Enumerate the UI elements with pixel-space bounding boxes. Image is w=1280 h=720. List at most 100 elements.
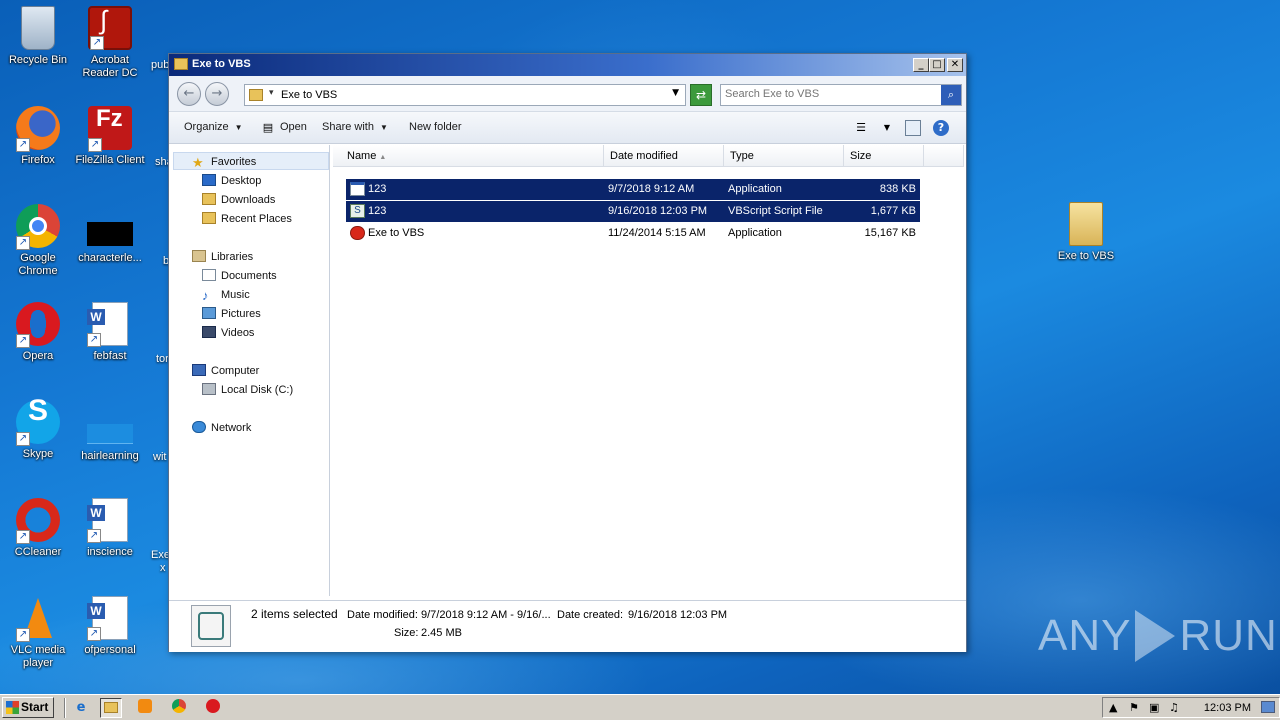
- desktop-icon-ccleaner[interactable]: ↗ CCleaner: [0, 498, 76, 559]
- computer-icon: [192, 364, 206, 376]
- date-created-label: Date created:: [557, 609, 624, 621]
- desktop-icon-vlc[interactable]: ↗ VLC media player: [0, 596, 76, 670]
- view-options-icon[interactable]: ☰: [853, 120, 869, 136]
- address-field[interactable]: ▾ Exe to VBS ▼: [244, 84, 686, 106]
- taskbar: Start e ▲ ⚑ ▣ ♫ 12:03 PM: [0, 694, 1280, 720]
- nav-item-favorites[interactable]: ★ Favorites: [192, 155, 257, 170]
- desktop-icon-label: Firefox: [21, 154, 55, 166]
- preview-pane-icon[interactable]: [905, 120, 921, 136]
- refresh-button[interactable]: ⇄: [690, 84, 712, 106]
- file-list[interactable]: Name ▲ Date modified Type Size 123 9/7/2…: [332, 145, 964, 596]
- desktop-icon-opera[interactable]: ↗ Opera: [0, 302, 76, 363]
- nav-label: Favorites: [211, 156, 257, 168]
- desktop-icon-firefox[interactable]: ↗ Firefox: [0, 106, 76, 167]
- organize-button[interactable]: Organize ▼: [184, 121, 243, 133]
- word-doc-icon: W ↗: [87, 596, 128, 641]
- command-bar: Organize ▼ ▤ Open Share with ▼ New folder …: [169, 112, 966, 144]
- file-row-123-vbs[interactable]: S 123 9/16/2018 12:03 PM VBScript Script…: [346, 201, 920, 222]
- nav-item-libraries[interactable]: Libraries: [192, 250, 253, 263]
- desktop-icon-label: febfast: [93, 350, 127, 362]
- nav-item-videos[interactable]: Videos: [202, 326, 254, 339]
- desktop-icon-inscience[interactable]: W ↗ inscience: [72, 498, 148, 559]
- desktop-icon-acrobat[interactable]: ∫ ↗ Acrobat Reader DC: [72, 6, 148, 80]
- libraries-icon: [192, 250, 206, 262]
- watermark-right-text: RUN: [1179, 611, 1278, 660]
- column-header-type[interactable]: Type: [724, 145, 844, 167]
- anyrun-watermark: ANY RUN: [1038, 610, 1278, 662]
- file-size: 838 KB: [879, 183, 916, 195]
- file-name: Exe to VBS: [368, 227, 425, 239]
- desktop-icon-hairlearning[interactable]: hairlearning: [72, 400, 148, 463]
- window-titlebar[interactable]: Exe to VBS _ □ ✕: [169, 54, 966, 76]
- sort-ascending-icon: ▲: [379, 154, 387, 161]
- start-button[interactable]: Start: [2, 697, 54, 718]
- explorer-window[interactable]: Exe to VBS _ □ ✕ ← → ▾ Exe to VBS ▼ ⇄ ⌕ …: [168, 53, 967, 652]
- nav-item-recent-places[interactable]: Recent Places: [202, 212, 292, 225]
- desktop-icon-exe-to-vbs-folder[interactable]: Exe to VBS: [1048, 202, 1124, 263]
- nav-item-desktop[interactable]: Desktop: [202, 174, 261, 187]
- desktop-icon-label: characterle...: [78, 252, 142, 264]
- nav-item-local-disk[interactable]: Local Disk (C:): [202, 383, 293, 396]
- search-input[interactable]: [725, 88, 935, 100]
- nav-item-network[interactable]: Network: [192, 421, 251, 434]
- desktop-icon-label: inscience: [87, 546, 133, 558]
- maximize-button[interactable]: □: [929, 58, 945, 72]
- volume-icon[interactable]: ♫: [1169, 701, 1179, 714]
- column-header-date-modified[interactable]: Date modified: [604, 145, 724, 167]
- word-doc-icon: W ↗: [87, 302, 128, 347]
- show-hidden-icons-icon[interactable]: ▲: [1109, 701, 1117, 714]
- nav-item-music[interactable]: ♪ Music: [202, 288, 250, 303]
- file-row-exe-to-vbs[interactable]: Exe to VBS 11/24/2014 5:15 AM Applicatio…: [346, 223, 920, 244]
- media-player-icon[interactable]: [134, 698, 156, 718]
- file-name: 123: [368, 205, 387, 217]
- internet-explorer-icon[interactable]: e: [70, 698, 92, 718]
- nav-item-pictures[interactable]: Pictures: [202, 307, 261, 320]
- nav-item-documents[interactable]: Documents: [202, 269, 277, 282]
- show-desktop-icon[interactable]: [1261, 701, 1275, 713]
- forward-button[interactable]: →: [205, 82, 229, 106]
- nav-item-computer[interactable]: Computer: [192, 364, 259, 377]
- file-row-123-exe[interactable]: 123 9/7/2018 9:12 AM Application 838 KB: [346, 179, 920, 200]
- details-pane: 2 items selected Date modified: 9/7/2018…: [169, 600, 966, 652]
- size-value: 2.45 MB: [421, 627, 462, 639]
- explorer-taskbar-icon[interactable]: [100, 698, 122, 718]
- desktop-icon-chrome[interactable]: ↗ Google Chrome: [0, 204, 76, 278]
- back-button[interactable]: ←: [177, 82, 201, 106]
- nav-label: Desktop: [221, 175, 262, 187]
- nav-label: Network: [211, 422, 252, 434]
- nav-item-downloads[interactable]: Downloads: [202, 193, 275, 206]
- opera-taskbar-icon[interactable]: [202, 698, 224, 718]
- column-header-name[interactable]: Name ▲: [333, 145, 604, 167]
- chrome-taskbar-icon[interactable]: [168, 698, 190, 718]
- desktop-icon-recycle-bin[interactable]: Recycle Bin: [0, 6, 76, 67]
- desktop-icon-skype[interactable]: S ↗ Skype: [0, 396, 76, 461]
- desktop-icon-filezilla[interactable]: Fz ↗ FileZilla Client: [72, 106, 148, 167]
- shortcut-arrow-icon: ↗: [16, 138, 30, 152]
- share-with-label: Share with: [322, 121, 374, 133]
- desktop-icon-ofpersonal[interactable]: W ↗ ofpersonal: [72, 596, 148, 657]
- new-folder-button[interactable]: New folder: [409, 121, 462, 133]
- close-button[interactable]: ✕: [947, 58, 963, 72]
- chevron-down-icon: ▼: [234, 123, 243, 132]
- minimize-button[interactable]: _: [913, 58, 929, 72]
- network-tray-icon[interactable]: ▣: [1149, 701, 1159, 714]
- search-icon[interactable]: ⌕: [941, 85, 961, 105]
- search-box[interactable]: ⌕: [720, 84, 962, 106]
- share-with-button[interactable]: Share with ▼: [322, 121, 388, 133]
- column-header-size[interactable]: Size: [844, 145, 924, 167]
- clock[interactable]: 12:03 PM: [1204, 702, 1251, 714]
- flag-icon[interactable]: ⚑: [1129, 701, 1139, 714]
- help-icon[interactable]: ?: [933, 120, 949, 136]
- desktop-icon-characterle[interactable]: characterle...: [72, 204, 148, 265]
- chevron-down-icon[interactable]: ▼: [879, 120, 895, 136]
- folder-icon: [1069, 202, 1103, 246]
- nav-label: Local Disk (C:): [221, 384, 294, 396]
- desktop-partial-label: wit: [153, 451, 167, 463]
- chevron-down-icon[interactable]: ▼: [672, 88, 679, 98]
- open-button[interactable]: Open: [280, 121, 307, 133]
- file-type: Application: [728, 183, 782, 195]
- breadcrumb-chevron-icon[interactable]: ▾: [269, 88, 274, 98]
- desktop-icon-febfast[interactable]: W ↗ febfast: [72, 302, 148, 363]
- nav-label: Libraries: [211, 251, 254, 263]
- breadcrumb[interactable]: Exe to VBS: [281, 89, 337, 101]
